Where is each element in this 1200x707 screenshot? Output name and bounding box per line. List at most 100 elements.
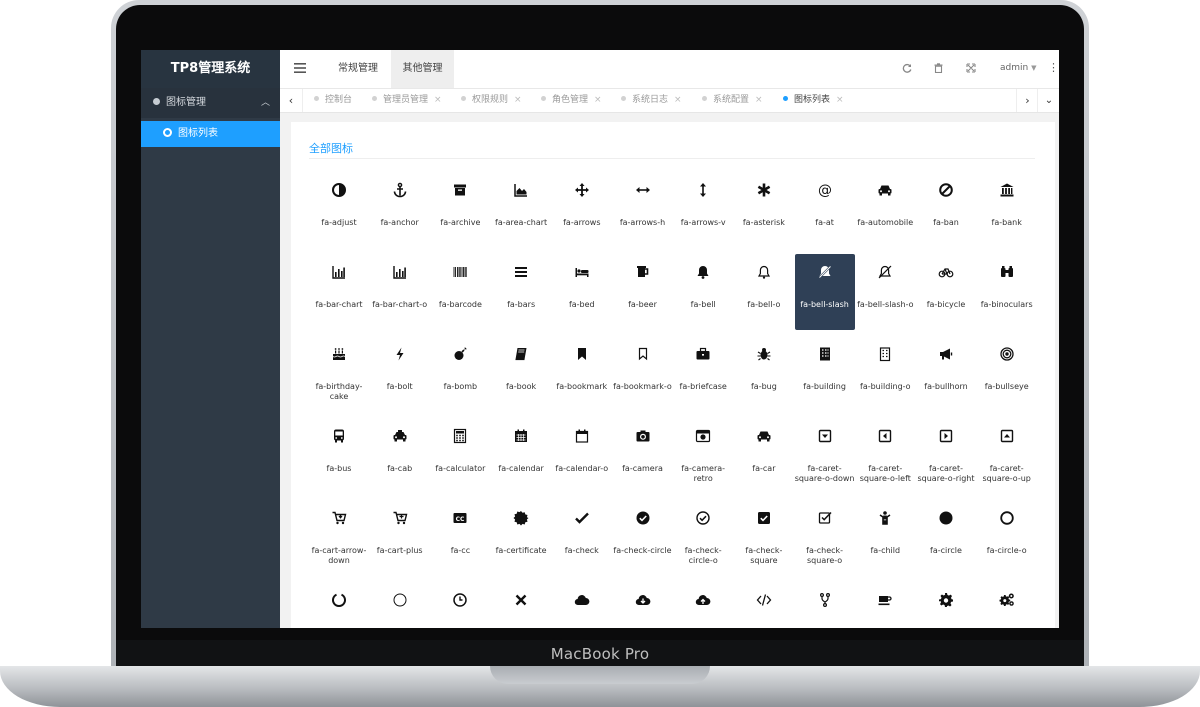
sidebar-group-icons[interactable]: 图标管理 ︿ (141, 88, 280, 118)
icon-cell-fa-caret-square-o-right[interactable]: fa-caret-square-o-right (916, 418, 976, 494)
icon-cell-fa-building[interactable]: fa-building (795, 336, 855, 412)
icon-cell-fa-at[interactable]: @ fa-at (795, 172, 855, 248)
icon-cell-fa-bookmark-o[interactable]: fa-bookmark-o (613, 336, 673, 412)
icon-cell-fa-briefcase[interactable]: fa-briefcase (673, 336, 733, 412)
icon-cell-fa-calendar[interactable]: fa-calendar (491, 418, 551, 494)
icon-cell-fa-bell-slash[interactable]: fa-bell-slash (794, 254, 855, 330)
page-tab-logs[interactable]: 系统日志 × (621, 89, 682, 112)
icon-cell-fa-bug[interactable]: fa-bug (734, 336, 794, 412)
user-menu[interactable]: admin ▼ (1000, 63, 1036, 73)
icon-cell-fa-bell-o[interactable]: fa-bell-o (734, 254, 794, 330)
icon-cell-fa-barcode[interactable]: fa-barcode (430, 254, 490, 330)
icon-cell-fa-check[interactable]: fa-check (552, 500, 612, 576)
icon-cell-fa-binoculars[interactable]: fa-binoculars (977, 254, 1037, 330)
chevron-down-icon[interactable]: ⌄ (1037, 89, 1059, 112)
page-tab-config[interactable]: 系统配置 × (702, 89, 763, 112)
refresh-icon[interactable] (902, 63, 912, 76)
icon-cell-fa-check-circle[interactable]: fa-check-circle (613, 500, 673, 576)
trash-icon[interactable] (934, 63, 943, 76)
vertical-dots-icon[interactable]: ⋮ (1048, 61, 1059, 74)
icon-cell-fa-arrows-h[interactable]: fa-arrows-h (613, 172, 673, 248)
icon-cell-fa-bed[interactable]: fa-bed (552, 254, 612, 330)
page-tab-admins[interactable]: 管理员管理 × (372, 89, 442, 112)
icon-cell-fa-bus[interactable]: fa-bus (309, 418, 369, 494)
page-tab-rules[interactable]: 权限规则 × (461, 89, 522, 112)
icon-cell-fa-cloud-download[interactable]: fa-cloud-download (613, 582, 673, 628)
icon-cell-fa-circle-o[interactable]: fa-circle-o (977, 500, 1037, 576)
close-icon[interactable]: × (434, 95, 442, 105)
icon-cell-fa-birthday-cake[interactable]: fa-birthday-cake (309, 336, 369, 412)
icon-cell-fa-calculator[interactable]: fa-calculator (430, 418, 490, 494)
header-tab-general[interactable]: 常规管理 (332, 50, 384, 88)
icon-cell-fa-automobile[interactable]: fa-automobile (855, 172, 915, 248)
icon-cell-fa-arrows-v[interactable]: fa-arrows-v (673, 172, 733, 248)
icon-cell-fa-cc[interactable]: CC fa-cc (430, 500, 490, 576)
icon-cell-fa-area-chart[interactable]: fa-area-chart (491, 172, 551, 248)
icon-cell-fa-asterisk[interactable]: fa-asterisk (734, 172, 794, 248)
icon-cell-fa-archive[interactable]: fa-archive (430, 172, 490, 248)
icon-cell-fa-coffee[interactable]: fa-coffee (855, 582, 915, 628)
icon-cell-fa-code-fork[interactable]: fa-code-fork (795, 582, 855, 628)
icon-cell-fa-calendar-o[interactable]: fa-calendar-o (552, 418, 612, 494)
icon-cell-fa-caret-square-o-down[interactable]: fa-caret-square-o-down (795, 418, 855, 494)
icon-cell-fa-cart-arrow-down[interactable]: fa-cart-arrow-down (309, 500, 369, 576)
icon-cell-fa-anchor[interactable]: fa-anchor (370, 172, 430, 248)
chevron-left-icon[interactable]: ‹ (280, 89, 303, 112)
icon-cell-fa-circle[interactable]: fa-circle (916, 500, 976, 576)
icon-cell-fa-bullseye[interactable]: fa-bullseye (977, 336, 1037, 412)
icon-cell-fa-bell[interactable]: fa-bell (673, 254, 733, 330)
icon-cell-fa-camera[interactable]: fa-camera (613, 418, 673, 494)
icon-cell-fa-check-square-o[interactable]: fa-check-square-o (795, 500, 855, 576)
icon-cell-fa-circle-o-notch[interactable]: fa-circle-o-notch (309, 582, 369, 628)
icon-cell-fa-car[interactable]: fa-car (734, 418, 794, 494)
icon-cell-fa-bolt[interactable]: fa-bolt (370, 336, 430, 412)
icon-cell-fa-child[interactable]: fa-child (855, 500, 915, 576)
close-icon[interactable]: × (514, 95, 522, 105)
icon-cell-fa-check-square[interactable]: fa-check-square (734, 500, 794, 576)
icon-cell-fa-book[interactable]: fa-book (491, 336, 551, 412)
icon-cell-fa-building-o[interactable]: fa-building-o (855, 336, 915, 412)
page-tab-dashboard[interactable]: 控制台 (314, 89, 352, 112)
page-tab-roles[interactable]: 角色管理 × (541, 89, 602, 112)
fullscreen-icon[interactable] (966, 63, 976, 76)
icon-cell-fa-cogs[interactable]: fa-cogs (977, 582, 1037, 628)
hamburger-icon[interactable] (294, 62, 306, 76)
page-tab-icon-list[interactable]: 图标列表 × (783, 89, 844, 112)
icon-cell-fa-caret-square-o-up[interactable]: fa-caret-square-o-up (977, 418, 1037, 494)
icon-cell-fa-close[interactable]: fa-close (491, 582, 551, 628)
icon-cell-fa-bank[interactable]: fa-bank (977, 172, 1037, 248)
icon-cell-fa-cart-plus[interactable]: fa-cart-plus (370, 500, 430, 576)
close-icon[interactable]: × (755, 95, 763, 105)
icon-cell-fa-cog[interactable]: fa-cog (916, 582, 976, 628)
close-icon[interactable]: × (674, 95, 682, 105)
icon-cell-fa-beer[interactable]: fa-beer (613, 254, 673, 330)
icon-cell-fa-cloud[interactable]: fa-cloud (552, 582, 612, 628)
icon-cell-fa-bomb[interactable]: fa-bomb (430, 336, 490, 412)
close-icon[interactable]: × (594, 95, 602, 105)
icon-cell-fa-cloud-upload[interactable]: fa-cloud-upload (673, 582, 733, 628)
icon-cell-fa-code[interactable]: fa-code (734, 582, 794, 628)
sidebar-item-icon-list[interactable]: 图标列表 (141, 121, 280, 147)
icon-cell-fa-bars[interactable]: fa-bars (491, 254, 551, 330)
icon-cell-fa-ban[interactable]: fa-ban (916, 172, 976, 248)
app-title[interactable]: TP8管理系统 (141, 50, 280, 88)
tab-dot-icon (372, 96, 377, 101)
icon-cell-fa-bar-chart-o[interactable]: fa-bar-chart-o (370, 254, 430, 330)
icon-cell-fa-circle-thin[interactable]: fa-circle-thin (370, 582, 430, 628)
icon-cell-fa-caret-square-o-left[interactable]: fa-caret-square-o-left (855, 418, 915, 494)
icon-cell-fa-bullhorn[interactable]: fa-bullhorn (916, 336, 976, 412)
icon-cell-fa-camera-retro[interactable]: fa-camera-retro (673, 418, 733, 494)
icon-cell-fa-bell-slash-o[interactable]: fa-bell-slash-o (855, 254, 915, 330)
icon-cell-fa-check-circle-o[interactable]: fa-check-circle-o (673, 500, 733, 576)
icon-cell-fa-bar-chart[interactable]: fa-bar-chart (309, 254, 369, 330)
icon-cell-fa-cab[interactable]: fa-cab (370, 418, 430, 494)
icon-cell-fa-bicycle[interactable]: fa-bicycle (916, 254, 976, 330)
icon-cell-fa-certificate[interactable]: fa-certificate (491, 500, 551, 576)
icon-cell-fa-bookmark[interactable]: fa-bookmark (552, 336, 612, 412)
icon-cell-fa-clock-o[interactable]: fa-clock-o (430, 582, 490, 628)
icon-cell-fa-arrows[interactable]: fa-arrows (552, 172, 612, 248)
chevron-right-icon[interactable]: › (1016, 89, 1038, 112)
header-tab-other[interactable]: 其他管理 (391, 50, 454, 88)
icon-cell-fa-adjust[interactable]: fa-adjust (309, 172, 369, 248)
close-icon[interactable]: × (836, 95, 844, 105)
